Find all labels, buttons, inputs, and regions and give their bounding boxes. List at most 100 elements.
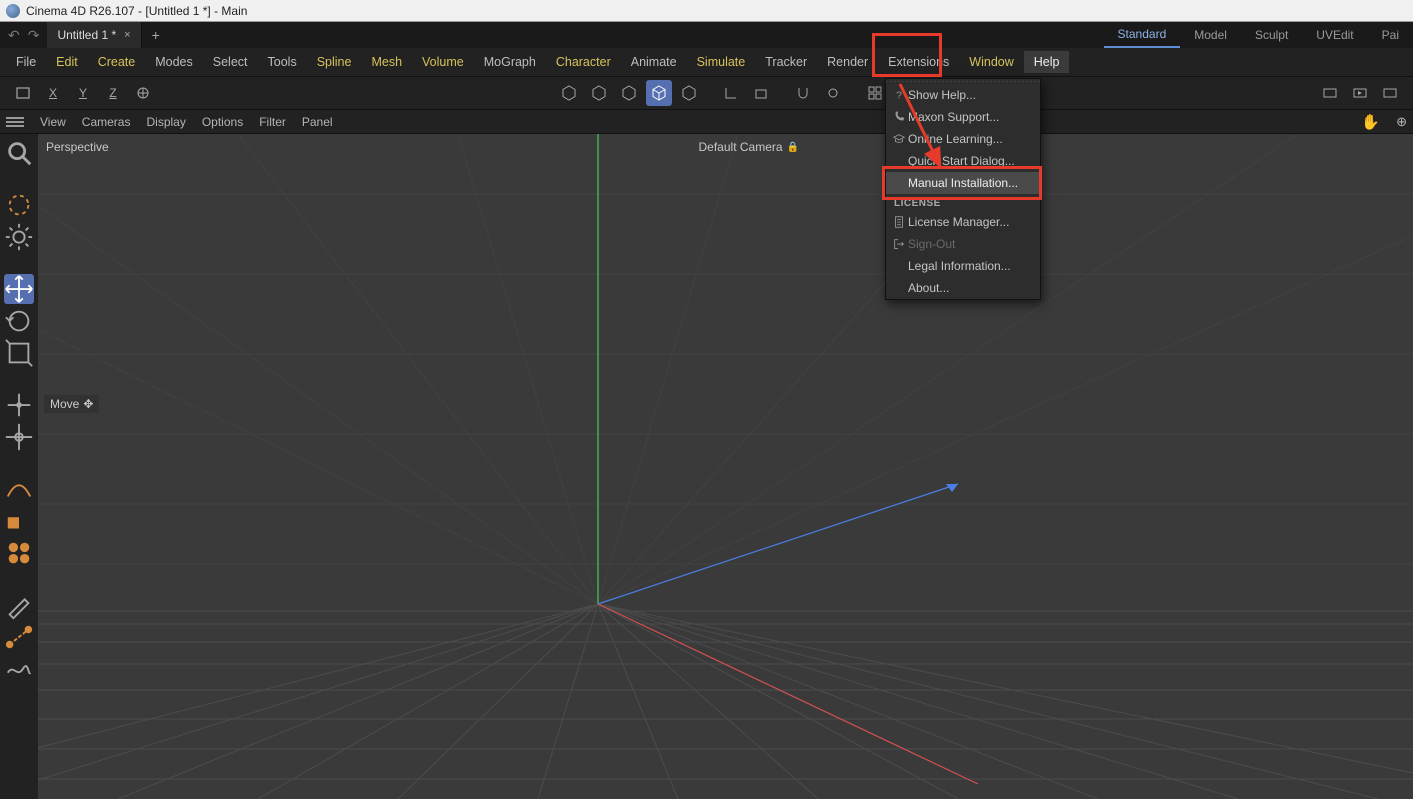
y-axis-button[interactable]: Y — [70, 80, 96, 106]
layout-tab-uvedit[interactable]: UVEdit — [1302, 22, 1367, 48]
plane-icon[interactable] — [748, 80, 774, 106]
left-toolbar — [0, 134, 38, 799]
help-item-license-manager-[interactable]: License Manager... — [886, 211, 1040, 233]
rotate-tool-icon[interactable] — [4, 306, 34, 336]
menu-tracker[interactable]: Tracker — [755, 51, 817, 73]
target-icon[interactable]: ⊕ — [1396, 114, 1407, 130]
hamburger-icon[interactable] — [6, 117, 24, 127]
menu-help[interactable]: Help — [1024, 51, 1070, 73]
scale-tool-icon[interactable] — [4, 338, 34, 368]
add-tab-button[interactable]: + — [142, 22, 170, 48]
settings-gear-icon[interactable] — [4, 222, 34, 252]
menu-extensions[interactable]: Extensions — [878, 51, 959, 73]
help-item-legal-information-[interactable]: Legal Information... — [886, 255, 1040, 277]
menu-item-icon — [890, 215, 908, 229]
redo-icon[interactable]: ↷ — [28, 27, 40, 44]
render-frame-icon[interactable] — [1317, 80, 1343, 106]
move-tool-icon[interactable] — [4, 274, 34, 304]
menu-file[interactable]: File — [6, 51, 46, 73]
tool-hint: Move ✥ — [44, 395, 99, 413]
render-pv-icon[interactable] — [1347, 80, 1373, 106]
license-header: LICENSE — [886, 194, 1040, 211]
scribble-icon[interactable] — [4, 654, 34, 684]
document-tabbar: ↶ ↷ Untitled 1 * × + StandardModelSculpt… — [0, 22, 1413, 48]
primitive-hex4-icon[interactable] — [676, 80, 702, 106]
snap-magnet-icon[interactable] — [790, 80, 816, 106]
menu-item-icon — [890, 110, 908, 124]
close-icon[interactable]: × — [124, 29, 130, 41]
sub-cameras[interactable]: Cameras — [82, 115, 131, 129]
history-controls: ↶ ↷ — [0, 22, 47, 48]
layout-tabs: StandardModelSculptUVEditPai — [1104, 22, 1413, 48]
icon-toolbar: X Y Z — [0, 76, 1413, 110]
primitive-hex-icon[interactable] — [556, 80, 582, 106]
viewport-label: Perspective — [46, 140, 109, 154]
menu-edit[interactable]: Edit — [46, 51, 88, 73]
sub-options[interactable]: Options — [202, 115, 243, 129]
svg-text:?: ? — [896, 90, 902, 102]
help-item-about-[interactable]: About... — [886, 277, 1040, 299]
z-axis-button[interactable]: Z — [100, 80, 126, 106]
menu-tools[interactable]: Tools — [258, 51, 307, 73]
x-axis-button[interactable]: X — [40, 80, 66, 106]
camera-label[interactable]: Default Camera 🔒 — [699, 140, 800, 154]
menu-render[interactable]: Render — [817, 51, 878, 73]
viewport[interactable]: Perspective Default Camera 🔒 Move ✥ — [38, 134, 1413, 799]
clone-icon[interactable] — [4, 538, 34, 568]
help-item-quick-start-dialog-[interactable]: Quick Start Dialog... — [886, 150, 1040, 172]
axis-l-icon[interactable] — [718, 80, 744, 106]
camera-lock-icon: 🔒 — [787, 142, 799, 153]
render-settings-icon[interactable] — [1377, 80, 1403, 106]
layout-tab-pai[interactable]: Pai — [1368, 22, 1413, 48]
workplane-icon[interactable] — [862, 80, 888, 106]
move-hint-icon: ✥ — [83, 397, 93, 411]
sub-display[interactable]: Display — [146, 115, 185, 129]
sub-panel[interactable]: Panel — [302, 115, 333, 129]
snap-settings-icon[interactable] — [820, 80, 846, 106]
hand-icon[interactable]: ✋ — [1361, 113, 1380, 131]
document-tab[interactable]: Untitled 1 * × — [47, 22, 141, 48]
move-parent-icon[interactable] — [4, 390, 34, 420]
menu-mesh[interactable]: Mesh — [361, 51, 412, 73]
live-select-icon[interactable] — [4, 190, 34, 220]
help-item-online-learning-[interactable]: Online Learning... — [886, 128, 1040, 150]
move-all-icon[interactable] — [4, 422, 34, 452]
x-axis-line — [598, 604, 978, 784]
menubar: FileEditCreateModesSelectToolsSplineMesh… — [0, 48, 1413, 76]
menu-item-icon — [890, 132, 908, 146]
help-dropdown: ?Show Help...Maxon Support...Online Lear… — [885, 78, 1041, 300]
menu-simulate[interactable]: Simulate — [687, 51, 756, 73]
titlebar: Cinema 4D R26.107 - [Untitled 1 *] - Mai… — [0, 0, 1413, 22]
menu-animate[interactable]: Animate — [621, 51, 687, 73]
menu-spline[interactable]: Spline — [307, 51, 362, 73]
help-item-maxon-support-[interactable]: Maxon Support... — [886, 106, 1040, 128]
sub-view[interactable]: View — [40, 115, 66, 129]
menu-create[interactable]: Create — [88, 51, 146, 73]
path-icon[interactable] — [4, 622, 34, 652]
tab-label: Untitled 1 * — [57, 28, 116, 42]
menu-modes[interactable]: Modes — [145, 51, 203, 73]
menu-select[interactable]: Select — [203, 51, 258, 73]
primitive-hex3-icon[interactable] — [616, 80, 642, 106]
poly-mat-icon[interactable] — [4, 506, 34, 536]
viewport-menubar: View Cameras Display Options Filter Pane… — [0, 110, 1413, 134]
help-item-manual-installation-[interactable]: Manual Installation... — [886, 172, 1040, 194]
menu-window[interactable]: Window — [959, 51, 1023, 73]
primitive-cube-icon[interactable] — [646, 80, 672, 106]
search-icon[interactable] — [4, 138, 34, 168]
brush-icon[interactable] — [4, 590, 34, 620]
layout-tab-standard[interactable]: Standard — [1104, 22, 1181, 48]
help-item-show-help-[interactable]: ?Show Help... — [886, 84, 1040, 106]
coord-system-icon[interactable] — [130, 80, 156, 106]
menu-character[interactable]: Character — [546, 51, 621, 73]
reset-psr-icon[interactable] — [10, 80, 36, 106]
undo-icon[interactable]: ↶ — [8, 27, 20, 44]
menu-mograph[interactable]: MoGraph — [474, 51, 546, 73]
menu-volume[interactable]: Volume — [412, 51, 474, 73]
layout-tab-model[interactable]: Model — [1180, 22, 1241, 48]
sub-filter[interactable]: Filter — [259, 115, 286, 129]
layout-tab-sculpt[interactable]: Sculpt — [1241, 22, 1302, 48]
spline-pen-icon[interactable] — [4, 474, 34, 504]
menu-item-icon — [890, 237, 908, 251]
primitive-hex2-icon[interactable] — [586, 80, 612, 106]
